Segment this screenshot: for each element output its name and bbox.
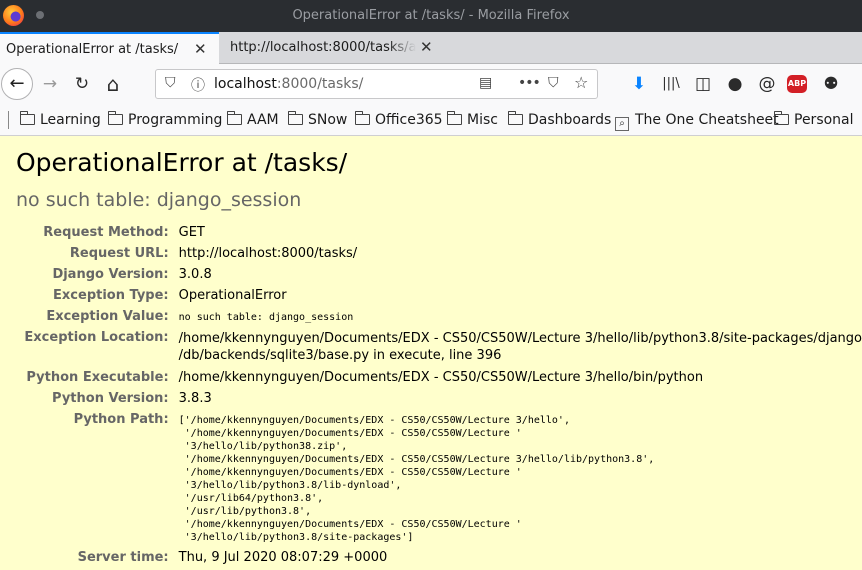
account-icon[interactable]: ● <box>723 72 747 96</box>
detail-label: Request Method: <box>43 225 169 240</box>
detail-label: Python Path: <box>73 412 169 427</box>
table-row: Python Path: ['/home/kkennynguyen/Documen… <box>0 409 862 547</box>
folder-icon <box>226 111 242 125</box>
bookmark-folder-learning[interactable]: Learning <box>19 111 101 128</box>
site-info-icon[interactable]: ⓘ <box>191 75 205 95</box>
table-row: Django Version: 3.0.8 <box>0 264 862 285</box>
detail-label: Exception Value: <box>46 309 169 324</box>
sidebar-icon[interactable]: ◫ <box>691 72 715 96</box>
window-title: OperationalError at /tasks/ - Mozilla Fi… <box>292 8 570 23</box>
url-bar[interactable]: ⛉ ⓘ localhost:8000/tasks/ ▤ ••• ⛉ ☆ <box>155 69 598 99</box>
error-title: OperationalError at /tasks/ <box>16 148 348 177</box>
bookmark-folder-snow[interactable]: SNow <box>287 111 347 128</box>
detail-value: http://localhost:8000/tasks/ <box>178 246 358 261</box>
library-icon[interactable]: |||\ <box>659 72 683 96</box>
error-summary-table: Request Method: GET Request URL: http://lo… <box>0 222 862 568</box>
bookmark-folder-office365[interactable]: Office365 <box>354 111 443 128</box>
tab-label: http://localhost:8000/tasks/add <box>230 40 416 55</box>
shield-icon[interactable]: ⛉ <box>165 75 176 91</box>
folder-icon <box>354 111 370 125</box>
adblock-icon[interactable]: ABP <box>787 75 807 93</box>
tab-close-icon[interactable]: ✕ <box>420 38 433 56</box>
folder-icon <box>773 111 789 125</box>
detail-label: Request URL: <box>69 246 169 261</box>
detail-value: ['/home/kkennynguyen/Documents/EDX - CS5… <box>178 415 655 543</box>
table-row: Python Executable: /home/kkennynguyen/Doc… <box>0 367 862 388</box>
detail-value: /home/kkennynguyen/Documents/EDX - CS50/… <box>178 370 704 385</box>
detail-label: Server time: <box>77 550 169 565</box>
home-button[interactable]: ⌂ <box>101 72 125 96</box>
window-titlebar: OperationalError at /tasks/ - Mozilla Fi… <box>0 0 862 32</box>
bookmark-folder-dashboards[interactable]: Dashboards <box>507 111 611 128</box>
downloads-icon[interactable]: ⬇ <box>627 72 651 96</box>
error-subtitle: no such table: django_session <box>16 189 302 211</box>
table-row: Server time: Thu, 9 Jul 2020 08:07:29 +00… <box>0 547 862 568</box>
bookmarks-toolbar: Learning Programming AAM SNow Office365 … <box>0 104 862 136</box>
table-row: Request URL: http://localhost:8000/tasks/ <box>0 243 862 264</box>
extension-misc-icon[interactable]: ⚉ <box>819 72 843 96</box>
back-button[interactable]: ← <box>1 68 33 100</box>
detail-value: 3.0.8 <box>178 267 212 282</box>
detail-value: OperationalError <box>178 288 287 303</box>
table-row: Exception Location: /home/kkennynguyen/Do… <box>0 327 862 367</box>
bookmark-folder-personal[interactable]: Personal <box>773 111 854 128</box>
bookmarks-separator <box>8 111 9 129</box>
tab-label: OperationalError at /tasks/ <box>6 42 179 57</box>
tab-operational-error[interactable]: OperationalError at /tasks/ ✕ <box>0 32 219 64</box>
folder-icon <box>287 111 303 125</box>
detail-label: Python Version: <box>52 391 169 406</box>
bookmark-folder-programming[interactable]: Programming <box>107 111 222 128</box>
folder-icon <box>19 111 35 125</box>
table-row: Python Version: 3.8.3 <box>0 388 862 409</box>
navigation-toolbar: ← → ↻ ⌂ ⛉ ⓘ localhost:8000/tasks/ ▤ ••• … <box>0 64 862 104</box>
detail-label: Exception Type: <box>53 288 169 303</box>
tab-tasks-add[interactable]: http://localhost:8000/tasks/add ✕ <box>222 32 443 64</box>
folder-icon <box>446 111 462 125</box>
detail-value: /home/kkennynguyen/Documents/EDX - CS50/… <box>178 331 862 363</box>
url-text[interactable]: localhost:8000/tasks/ <box>214 76 363 92</box>
folder-icon <box>507 111 523 125</box>
bookmark-star-icon[interactable]: ☆ <box>574 73 588 92</box>
detail-label: Exception Location: <box>24 330 169 345</box>
detail-value: Thu, 9 Jul 2020 08:07:29 +0000 <box>178 550 388 565</box>
extension-icon[interactable]: @ <box>755 72 779 96</box>
pocket-icon[interactable]: ⛉ <box>548 75 559 91</box>
folder-icon <box>107 111 123 125</box>
table-row: Exception Value: no such table: django_se… <box>0 306 862 327</box>
detail-label: Django Version: <box>52 267 169 282</box>
detail-label: Python Executable: <box>26 370 169 385</box>
reader-view-icon[interactable]: ▤ <box>479 75 492 91</box>
bookmark-the-one-cheatsheet[interactable]: ⌕ The One Cheatsheet <box>615 112 779 131</box>
detail-value: 3.8.3 <box>178 391 212 406</box>
table-row: Request Method: GET <box>0 222 862 243</box>
reload-button[interactable]: ↻ <box>70 72 94 96</box>
table-row: Exception Type: OperationalError <box>0 285 862 306</box>
bookmark-folder-misc[interactable]: Misc <box>446 111 498 128</box>
forward-button[interactable]: → <box>38 72 62 96</box>
bookmark-folder-aam[interactable]: AAM <box>226 111 279 128</box>
detail-value: no such table: django_session <box>178 312 354 323</box>
tab-close-icon[interactable]: ✕ <box>194 40 207 58</box>
tab-strip: OperationalError at /tasks/ ✕ http://loc… <box>0 32 862 92</box>
error-page: OperationalError at /tasks/ no such tabl… <box>0 137 862 570</box>
page-favicon-icon: ⌕ <box>615 117 629 131</box>
detail-value: GET <box>178 225 205 240</box>
page-actions-icon[interactable]: ••• <box>518 75 541 91</box>
